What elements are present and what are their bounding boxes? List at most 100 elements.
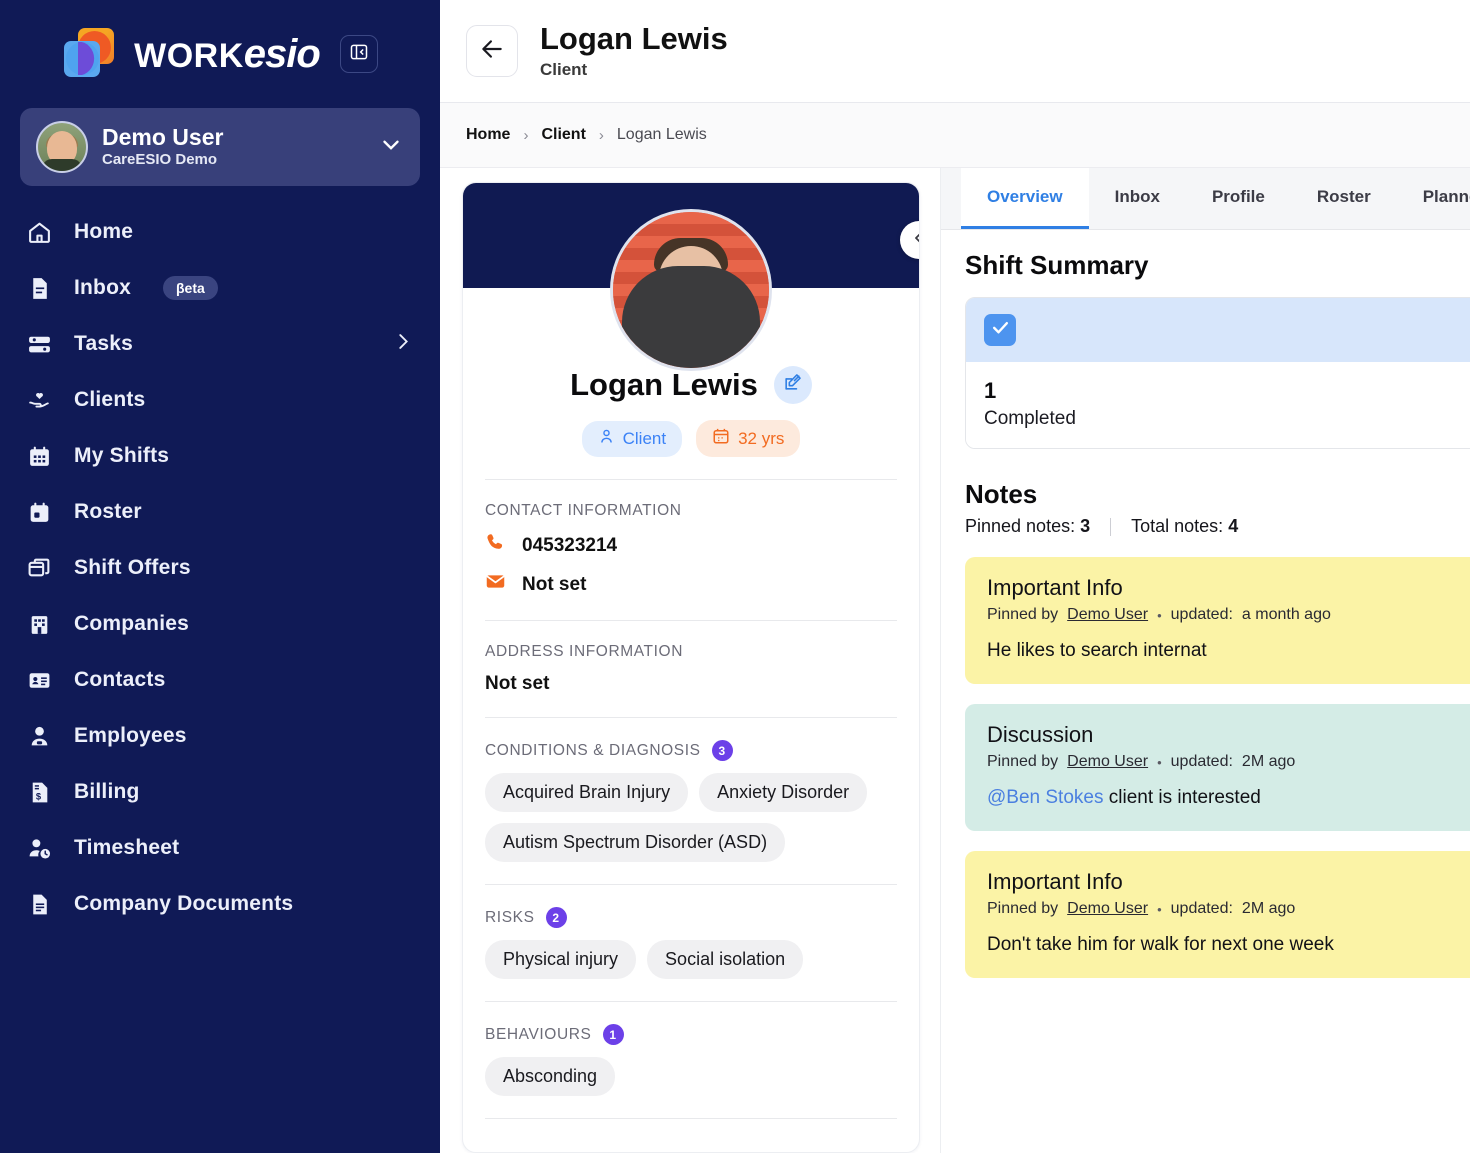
sidebar-item-tasks[interactable]: Tasks bbox=[0, 316, 440, 372]
sidebar-item-billing[interactable]: $ Billing bbox=[0, 764, 440, 820]
sidebar-item-my-shifts[interactable]: My Shifts bbox=[0, 428, 440, 484]
sidebar-item-label: Clients bbox=[74, 388, 146, 411]
note-text: client is interested bbox=[1103, 787, 1261, 809]
tag[interactable]: Social isolation bbox=[647, 940, 804, 979]
tab-planner[interactable]: Planner bbox=[1397, 168, 1470, 229]
note-meta: Pinned by Demo User • updated: 2M ago bbox=[987, 753, 1470, 771]
note-author[interactable]: Demo User bbox=[1067, 900, 1148, 918]
back-button[interactable] bbox=[466, 25, 518, 77]
sidebar-item-home[interactable]: Home bbox=[0, 204, 440, 260]
risks-tags: Physical injury Social isolation bbox=[485, 940, 897, 979]
contact-email-value: Not set bbox=[522, 573, 587, 595]
sidebar-item-label: Roster bbox=[74, 500, 142, 523]
chevron-down-icon[interactable] bbox=[378, 132, 404, 163]
calendar-small-icon bbox=[712, 427, 730, 450]
section-label: CONDITIONS & DIAGNOSIS bbox=[485, 741, 701, 759]
page-subtitle: Client bbox=[540, 59, 588, 79]
user-account-card[interactable]: Demo User CareESIO Demo bbox=[20, 108, 420, 186]
note-title: Important Info bbox=[987, 575, 1123, 601]
brand-wordmark: WORKesio bbox=[134, 32, 321, 76]
divider bbox=[485, 620, 897, 621]
section-title-risks: RISKS 2 bbox=[485, 907, 897, 928]
tab-inbox[interactable]: Inbox bbox=[1089, 168, 1186, 229]
note-updated-value: a month ago bbox=[1241, 606, 1331, 624]
page-header: Logan Lewis Client bbox=[440, 0, 1470, 103]
tag[interactable]: Acquired Brain Injury bbox=[485, 773, 689, 812]
user-clock-icon bbox=[24, 833, 54, 863]
tasks-icon bbox=[24, 329, 54, 359]
note-updated-value: 2M ago bbox=[1241, 753, 1296, 771]
sidebar-item-roster[interactable]: Roster bbox=[0, 484, 440, 540]
tab-roster[interactable]: Roster bbox=[1291, 168, 1397, 229]
phone-icon bbox=[485, 532, 506, 559]
calendar-icon bbox=[24, 441, 54, 471]
arrow-left-icon bbox=[479, 36, 505, 67]
note-card[interactable]: Important Info Pinned by Demo User • upd… bbox=[965, 557, 1470, 685]
chevron-right-icon[interactable] bbox=[392, 331, 414, 358]
shift-summary-heading: Shift Summary bbox=[965, 250, 1149, 280]
note-updated-label: updated: bbox=[1170, 900, 1233, 918]
note-author[interactable]: Demo User bbox=[1067, 753, 1148, 771]
edit-client-button[interactable] bbox=[773, 366, 812, 404]
sidebar-item-label: My Shifts bbox=[74, 444, 170, 467]
page-title: Logan Lewis bbox=[540, 21, 728, 57]
shift-status: Completed bbox=[984, 408, 1076, 430]
breadcrumb-client[interactable]: Client bbox=[541, 126, 585, 144]
tab-profile[interactable]: Profile bbox=[1186, 168, 1291, 229]
chevron-left-icon bbox=[910, 229, 919, 252]
note-mention[interactable]: @Ben Stokes bbox=[987, 787, 1103, 808]
note-updated-label: updated: bbox=[1170, 606, 1233, 624]
client-name-row: Logan Lewis bbox=[463, 366, 919, 404]
sidebar-nav: Home Inbox βeta Tasks Clients My Shifts … bbox=[0, 204, 440, 952]
sidebar-item-clients[interactable]: Clients bbox=[0, 372, 440, 428]
brand-esio: esio bbox=[243, 32, 321, 76]
main-area: Logan Lewis Client Home › Client › Logan… bbox=[440, 0, 1470, 1153]
edit-pencil-icon bbox=[783, 373, 802, 397]
divider bbox=[485, 1118, 897, 1119]
panel-collapse-icon bbox=[349, 42, 369, 67]
breadcrumb-separator: › bbox=[598, 126, 604, 144]
sidebar-item-companies[interactable]: Companies bbox=[0, 596, 440, 652]
sidebar-collapse-button[interactable] bbox=[339, 35, 378, 73]
note-updated-label: updated: bbox=[1170, 753, 1233, 771]
note-author[interactable]: Demo User bbox=[1067, 606, 1148, 624]
sidebar-item-label: Companies bbox=[74, 612, 189, 635]
notes-meta: Pinned notes: 3 Total notes: 4 bbox=[965, 516, 1470, 537]
sidebar-item-timesheet[interactable]: Timesheet bbox=[0, 820, 440, 876]
note-pinned-label: Pinned by bbox=[987, 753, 1059, 771]
tag[interactable]: Absconding bbox=[485, 1057, 616, 1096]
avatar bbox=[36, 121, 88, 173]
note-title: Discussion bbox=[987, 722, 1094, 748]
tag[interactable]: Autism Spectrum Disorder (ASD) bbox=[485, 823, 786, 862]
sidebar-item-contacts[interactable]: Contacts bbox=[0, 652, 440, 708]
total-notes-count: 4 bbox=[1228, 516, 1239, 537]
shift-completed-checkbox[interactable] bbox=[984, 314, 1016, 346]
sidebar-item-company-documents[interactable]: Company Documents bbox=[0, 876, 440, 932]
shift-count: 1 bbox=[984, 378, 997, 403]
sidebar-item-label: Employees bbox=[74, 724, 187, 747]
tag[interactable]: Anxiety Disorder bbox=[699, 773, 868, 812]
breadcrumb-home[interactable]: Home bbox=[466, 126, 510, 144]
note-card[interactable]: Discussion Pinned by Demo User • updated… bbox=[965, 704, 1470, 832]
section-title-address: ADDRESS INFORMATION bbox=[485, 643, 683, 660]
profile-details: CONTACT INFORMATION 045323214 Not set AD… bbox=[463, 479, 919, 1119]
breadcrumb: Home › Client › Logan Lewis bbox=[440, 103, 1470, 168]
section-title-conditions: CONDITIONS & DIAGNOSIS 3 bbox=[485, 740, 897, 761]
note-pinned-label: Pinned by bbox=[987, 606, 1059, 624]
divider bbox=[485, 1001, 897, 1002]
tag[interactable]: Physical injury bbox=[485, 940, 637, 979]
note-card[interactable]: Important Info Pinned by Demo User • upd… bbox=[965, 851, 1470, 979]
sidebar-item-employees[interactable]: Employees bbox=[0, 708, 440, 764]
tab-overview[interactable]: Overview bbox=[961, 168, 1089, 229]
note-text: He likes to search internat bbox=[987, 640, 1207, 662]
sidebar-item-shift-offers[interactable]: Shift Offers bbox=[0, 540, 440, 596]
client-avatar bbox=[610, 209, 772, 371]
sidebar-item-inbox[interactable]: Inbox βeta bbox=[0, 260, 440, 316]
client-profile-card: Logan Lewis Client 32 yrs CONTACT INFORM… bbox=[462, 182, 920, 1153]
windows-icon bbox=[24, 553, 54, 583]
contact-phone-value: 045323214 bbox=[522, 534, 618, 556]
divider bbox=[485, 884, 897, 885]
pinned-notes-label: Pinned notes: bbox=[965, 516, 1076, 537]
note-text: Don't take him for walk for next one wee… bbox=[987, 934, 1334, 956]
conditions-tags: Acquired Brain Injury Anxiety Disorder A… bbox=[485, 773, 897, 862]
